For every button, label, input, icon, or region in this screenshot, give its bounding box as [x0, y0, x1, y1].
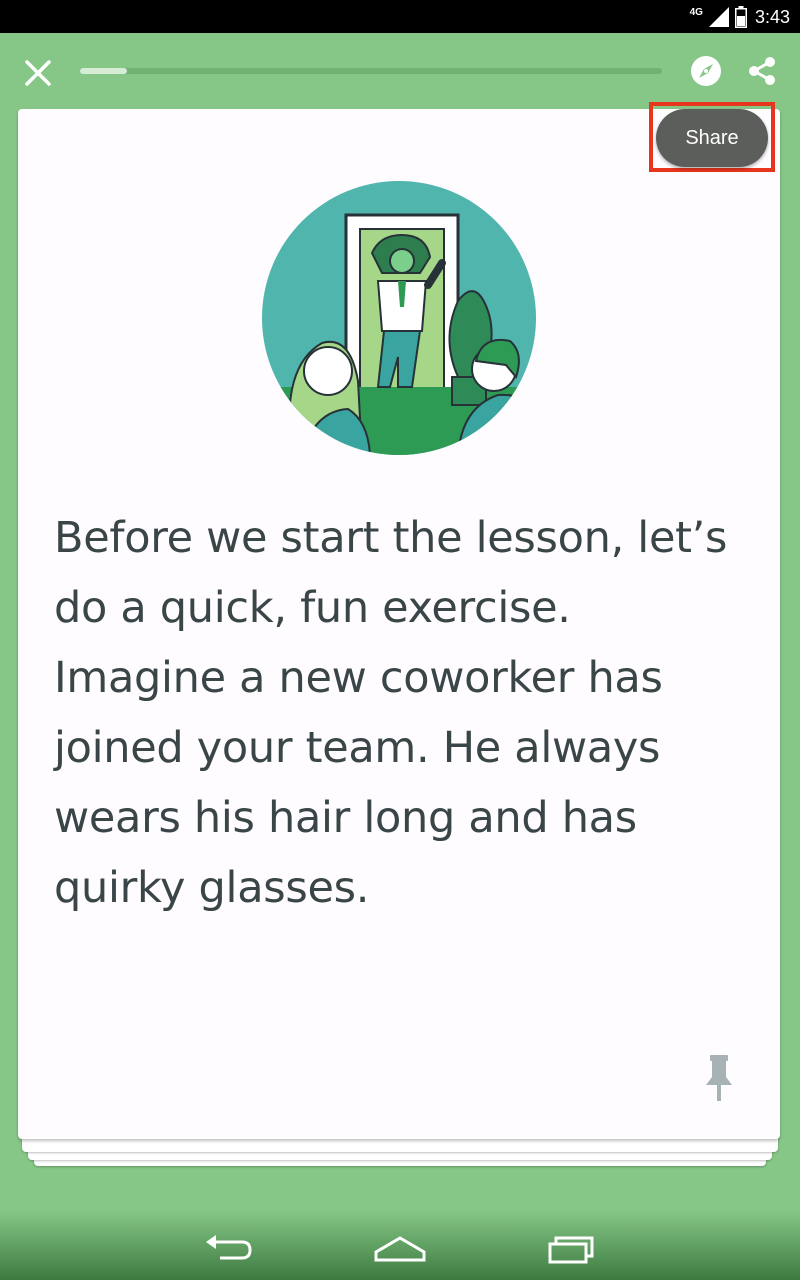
lesson-progress-fill	[80, 68, 127, 74]
lesson-illustration	[262, 181, 536, 455]
recent-apps-icon	[548, 1236, 594, 1264]
lesson-text: Before we start the lesson, let’s do a q…	[54, 513, 728, 913]
close-icon	[25, 60, 51, 86]
network-type-label: 4G	[689, 6, 703, 18]
share-icon	[749, 57, 775, 85]
lesson-card: Share Before we start the lesson, let’s …	[18, 102, 780, 1139]
signal-icon	[708, 7, 729, 27]
battery-icon	[734, 6, 747, 28]
status-icons: 4G 3:43	[690, 6, 790, 28]
share-icon-button[interactable]	[746, 55, 778, 87]
nav-back-button[interactable]	[202, 1230, 254, 1266]
lesson-progress-bar	[80, 68, 662, 74]
status-bar: 4G 3:43	[0, 0, 800, 33]
nav-home-button[interactable]	[372, 1230, 428, 1266]
pin-icon	[706, 1055, 732, 1101]
home-icon	[374, 1236, 426, 1262]
nav-recent-button[interactable]	[546, 1230, 596, 1266]
compass-icon	[691, 56, 721, 86]
status-time: 3:43	[754, 6, 790, 27]
close-button[interactable]	[20, 55, 56, 91]
share-button[interactable]: Share	[656, 109, 768, 167]
explore-button[interactable]	[690, 55, 722, 87]
pin-button[interactable]	[704, 1055, 734, 1101]
lesson-toolbar	[0, 33, 800, 108]
back-icon	[206, 1235, 252, 1260]
navigation-bar	[0, 1210, 800, 1280]
